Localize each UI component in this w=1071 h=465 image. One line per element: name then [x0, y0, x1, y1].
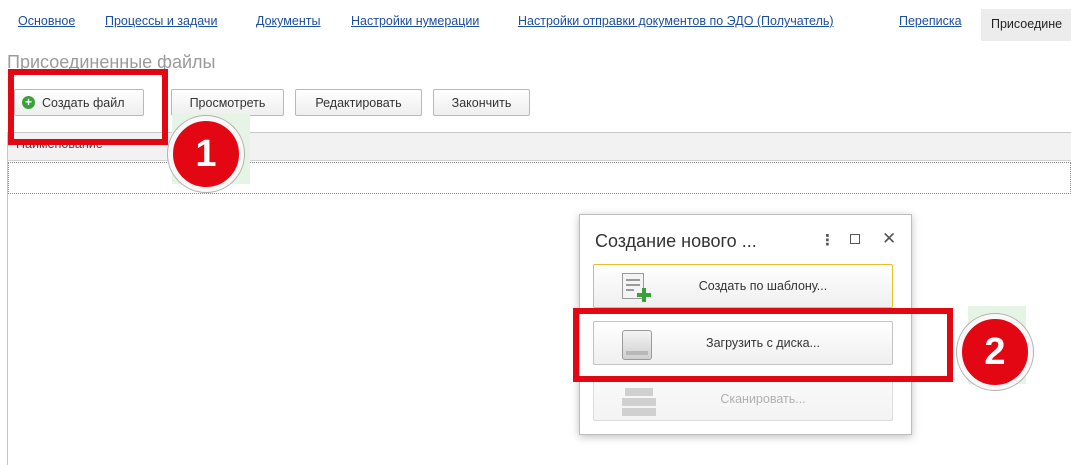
close-icon[interactable]: ✕ [882, 229, 896, 249]
tab-processes[interactable]: Процессы и задачи [105, 14, 217, 28]
tab-attached-files[interactable]: Присоедине [981, 9, 1071, 41]
tab-edo-settings[interactable]: Настройки отправки документов по ЭДО (По… [518, 14, 834, 28]
tab-numbering[interactable]: Настройки нумерации [351, 14, 479, 28]
edit-button[interactable]: Редактировать [295, 89, 422, 116]
scan-button: Сканировать... [593, 377, 893, 421]
tab-documents[interactable]: Документы [256, 14, 320, 28]
view-button[interactable]: Просмотреть [171, 89, 284, 116]
table-row[interactable] [8, 162, 1071, 194]
finish-button[interactable]: Закончить [433, 89, 530, 116]
create-from-template-button[interactable]: Создать по шаблону... [593, 264, 893, 308]
callout-box-load-from-disk [573, 308, 953, 382]
dialog-title: Создание нового ... [595, 231, 757, 251]
maximize-icon[interactable] [850, 234, 860, 244]
callout-box-create-file [8, 69, 168, 145]
scan-label: Сканировать... [720, 392, 806, 406]
tab-main[interactable]: Основное [18, 14, 75, 28]
callout-badge-one: 1 [168, 116, 244, 192]
more-options-icon[interactable]: ⋮ [820, 231, 835, 249]
tab-correspondence[interactable]: Переписка [899, 14, 962, 28]
create-from-template-label: Создать по шаблону... [698, 279, 828, 293]
callout-badge-two: 2 [957, 314, 1033, 390]
tab-bar: Основное Процессы и задачи Документы Нас… [0, 0, 1071, 46]
